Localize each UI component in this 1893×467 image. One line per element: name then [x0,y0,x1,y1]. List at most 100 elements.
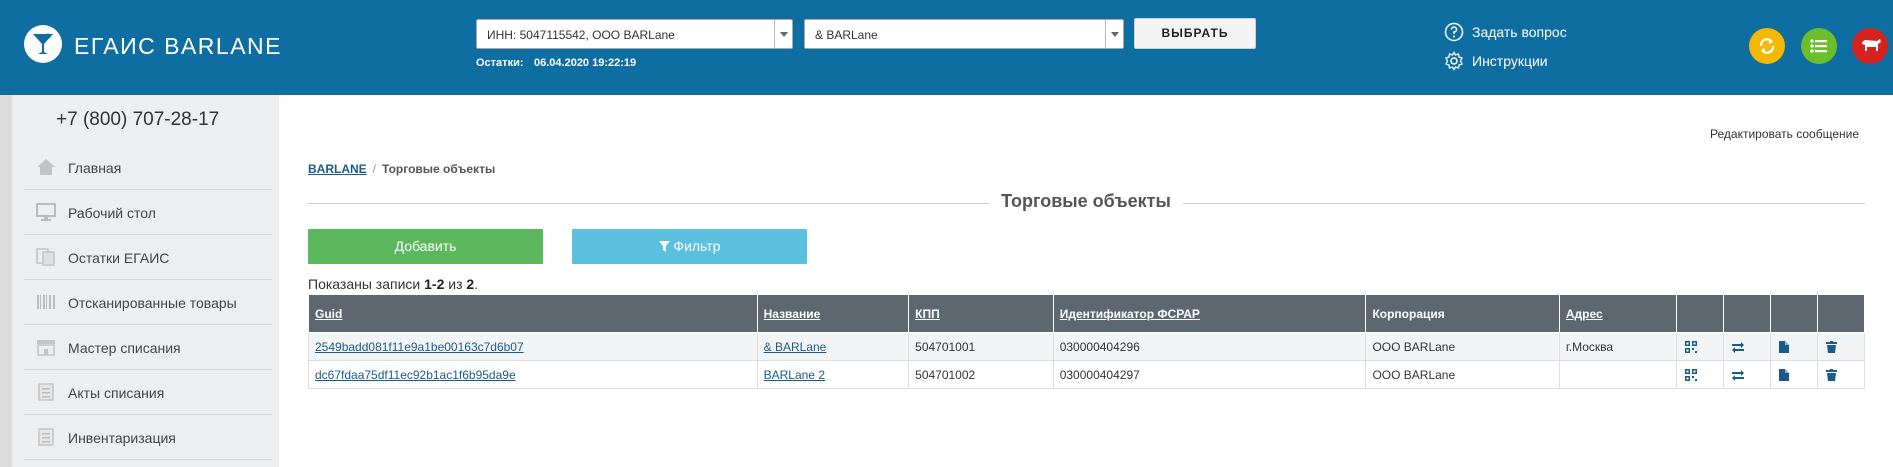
chevron-down-icon[interactable] [1105,20,1123,48]
records-range: 1-2 [424,276,445,292]
barcode-icon [37,295,55,309]
trash-icon[interactable] [1826,369,1838,382]
column-header-fsrar[interactable]: Идентификатор ФСРАР [1052,294,1367,333]
sidebar-item-home[interactable]: Главная [24,145,272,190]
qr-code-icon[interactable] [1685,369,1698,382]
cell-document [1770,332,1819,361]
document-icon [38,383,54,401]
sidebar-item-desktop[interactable]: Рабочий стол [24,190,272,235]
cell-fsrar: 030000404297 [1052,360,1367,389]
ask-question-label: Задать вопрос [1472,24,1567,40]
breadcrumb-separator: / [372,162,377,176]
sort-link-name[interactable]: Название [764,307,821,321]
cell-document [1770,360,1819,389]
inn-select[interactable]: ИНН: 5047115542, ООО BARLane [476,19,793,49]
list-icon [1810,39,1827,53]
sidebar-item-label: Инвентаризация [68,430,176,446]
column-header-guid[interactable]: Guid [308,294,758,333]
cell-qr [1676,332,1725,361]
cell-guid: 2549badd081f11e9a1be00163c7d6b07 [308,332,758,361]
choose-button[interactable]: ВЫБРАТЬ [1134,18,1256,49]
sort-link-kpp[interactable]: КПП [915,307,940,321]
name-link[interactable]: & BARLane [764,340,827,354]
trade-object-select[interactable]: & BARLane [804,19,1124,49]
inn-select-value: ИНН: 5047115542, ООО BARLane [487,28,675,42]
sidebar-item-label: Рабочий стол [68,205,156,221]
cell-guid: dc67fdaa75df11ec92b1ac1f6b95da9e [308,360,758,389]
instructions-link[interactable]: Инструкции [1444,51,1548,71]
sidebar-item-label: Акты списания [68,385,165,401]
document-icon[interactable] [1779,341,1790,354]
breadcrumb: BARLANE / Торговые объекты [308,162,495,176]
cow-icon [1862,39,1881,51]
top-header: ЕГАИС BARLANE ИНН: 5047115542, ООО BARLa… [0,0,1893,95]
document-icon [38,428,54,446]
ask-question-link[interactable]: Задать вопрос [1444,22,1567,42]
sidebar-item-label: Отсканированные товары [68,295,237,311]
list-button[interactable] [1801,28,1837,64]
column-header-name[interactable]: Название [756,294,910,333]
guid-link[interactable]: dc67fdaa75df11ec92b1ac1f6b95da9e [315,368,516,382]
chevron-down-icon[interactable] [774,20,792,48]
sort-link-guid[interactable]: Guid [315,307,342,321]
records-summary: Показаны записи 1-2 из 2. [308,276,478,292]
table-row: 2549badd081f11e9a1be00163c7d6b07 & BARLa… [308,332,1865,361]
stock-date: 06.04.2020 19:22:19 [534,57,637,69]
sidebar-item-inventory[interactable]: Инвентаризация [24,415,272,460]
column-header-delete [1817,294,1865,333]
gear-icon [1445,51,1463,71]
column-header-address[interactable]: Адрес [1558,294,1678,333]
transfer-arrows-icon[interactable] [1732,369,1745,382]
breadcrumb-current: Торговые объекты [382,162,496,176]
page-title: Торговые объекты [279,191,1893,212]
brand-name: ЕГАИС BARLANE [74,33,283,59]
cell-transfer [1723,360,1772,389]
sidebar-item-writeoff-acts[interactable]: Акты списания [24,370,272,415]
sidebar-item-writeoff-wizard[interactable]: Мастер списания [24,325,272,370]
page-title-text: Торговые объекты [989,191,1183,211]
instructions-label: Инструкции [1472,53,1548,69]
sort-link-fsrar[interactable]: Идентификатор ФСРАР [1060,307,1200,321]
table-header-row: Guid Название КПП Идентификатор ФСРАР Ко… [308,294,1865,333]
document-icon[interactable] [1779,369,1790,382]
sort-link-address[interactable]: Адрес [1566,307,1603,321]
filter-icon [658,241,670,252]
sidebar-item-egais-stock[interactable]: Остатки ЕГАИС [24,235,272,280]
filter-button[interactable]: Фильтр [572,229,807,264]
cow-button[interactable] [1852,28,1888,64]
edit-message-link[interactable]: Редактировать сообщение [1710,127,1859,141]
cell-kpp: 504701002 [908,360,1054,389]
name-link[interactable]: BARLane 2 [764,368,825,382]
cell-delete [1817,360,1865,389]
home-icon [37,159,55,175]
records-of: из [448,276,463,292]
trade-objects-table: Guid Название КПП Идентификатор ФСРАР Ко… [308,294,1865,389]
logo[interactable] [24,25,62,63]
breadcrumb-root-link[interactable]: BARLANE [308,162,367,176]
cell-address: г.Москва [1558,332,1678,361]
sync-icon [1759,38,1775,54]
documents-icon [36,248,55,266]
column-header-corporation: Корпорация [1365,294,1560,333]
main-content: Редактировать сообщение BARLANE / Торговые… [279,95,1893,467]
filter-button-label: Фильтр [673,238,721,254]
support-phone[interactable]: +7 (800) 707-28-17 [56,109,219,131]
column-header-kpp[interactable]: КПП [908,294,1054,333]
question-circle-icon [1444,22,1464,42]
add-button[interactable]: Добавить [308,229,543,264]
table-row: dc67fdaa75df11ec92b1ac1f6b95da9e BARLane… [308,360,1865,389]
records-period: . [474,276,479,292]
qr-code-icon[interactable] [1685,341,1698,354]
cell-delete [1817,332,1865,361]
cell-corporation: ООО BARLane [1365,360,1560,389]
sidebar-item-label: Мастер списания [68,340,181,356]
trash-icon[interactable] [1826,341,1838,354]
sidebar-nav: Главная Рабочий стол Остатки ЕГАИС Отска… [24,145,272,460]
sidebar: +7 (800) 707-28-17 Главная Рабочий стол … [0,95,279,467]
trade-object-select-value: & BARLane [815,28,878,42]
sidebar-item-scanned-goods[interactable]: Отсканированные товары [24,280,272,325]
transfer-arrows-icon[interactable] [1732,341,1745,354]
guid-link[interactable]: 2549badd081f11e9a1be00163c7d6b07 [315,340,524,354]
sync-button[interactable] [1749,28,1785,64]
column-header-doc [1770,294,1819,333]
